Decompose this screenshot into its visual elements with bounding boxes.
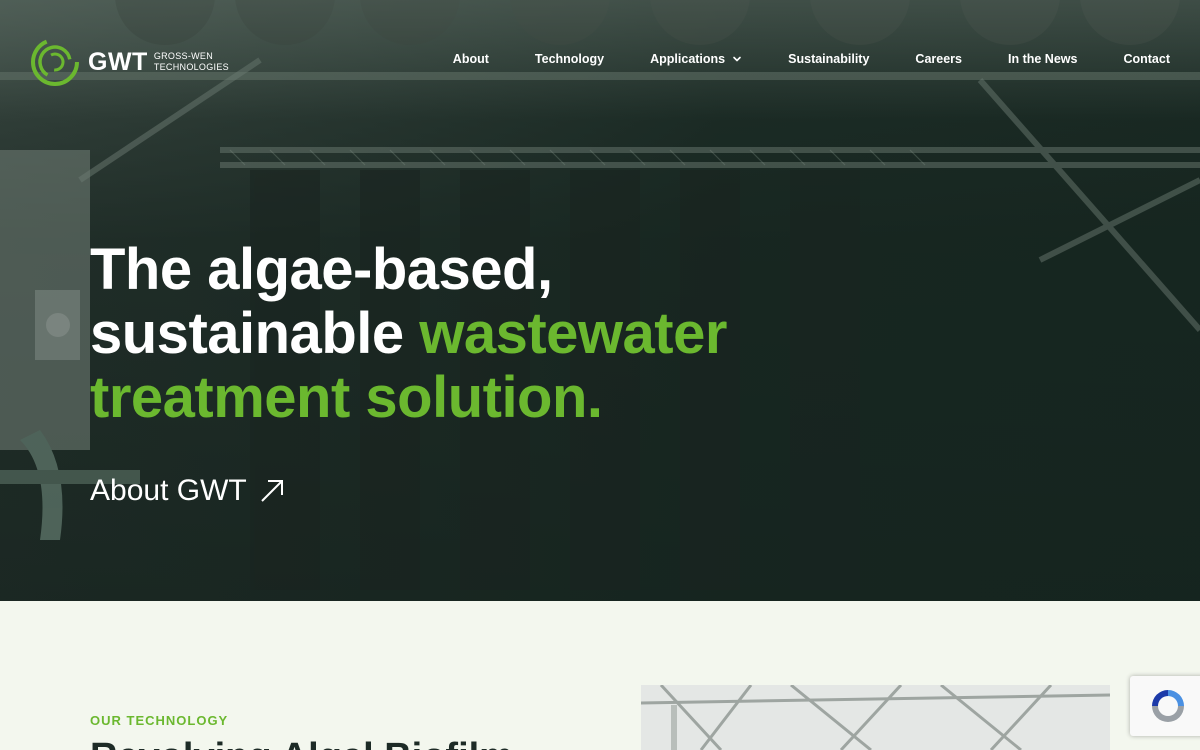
greenhouse-roof-image: [641, 685, 1110, 750]
headline-line2: sustainable: [90, 301, 420, 366]
nav-about[interactable]: About: [453, 52, 489, 66]
nav-in-the-news[interactable]: In the News: [1008, 52, 1077, 66]
arrow-up-right-icon: [261, 480, 283, 502]
nav-contact[interactable]: Contact: [1123, 52, 1170, 66]
logo-subtitle-line2: TECHNOLOGIES: [153, 62, 229, 72]
main-nav: About Technology Applications Sustainabi…: [453, 52, 1170, 66]
logo-subtitle: GROSS-WEN TECHNOLOGIES: [154, 51, 229, 73]
technology-photo: [641, 685, 1110, 750]
logo-subtitle-line1: GROSS-WEN: [153, 51, 214, 61]
recaptcha-icon: [1152, 690, 1184, 722]
nav-applications-label: Applications: [650, 52, 726, 66]
site-logo[interactable]: GWT GROSS-WEN TECHNOLOGIES: [30, 37, 229, 87]
about-gwt-label: About GWT: [90, 474, 247, 507]
gwt-swirl-logo-icon: [31, 38, 79, 86]
headline-line1: The algae-based,: [90, 237, 553, 302]
section-eyebrow: OUR TECHNOLOGY: [90, 713, 229, 728]
nav-applications[interactable]: Applications: [650, 52, 742, 66]
logo-wordmark: GWT: [88, 47, 148, 76]
section-title: Revolving Algal Biofilm: [90, 736, 513, 750]
hero-headline: The algae-based, sustainable wastewater …: [90, 238, 810, 430]
about-gwt-link[interactable]: About GWT: [90, 474, 285, 508]
recaptcha-badge[interactable]: [1130, 676, 1200, 736]
chevron-down-icon: [733, 56, 741, 62]
nav-technology[interactable]: Technology: [535, 52, 604, 66]
nav-careers[interactable]: Careers: [915, 52, 962, 66]
nav-sustainability[interactable]: Sustainability: [788, 52, 869, 66]
